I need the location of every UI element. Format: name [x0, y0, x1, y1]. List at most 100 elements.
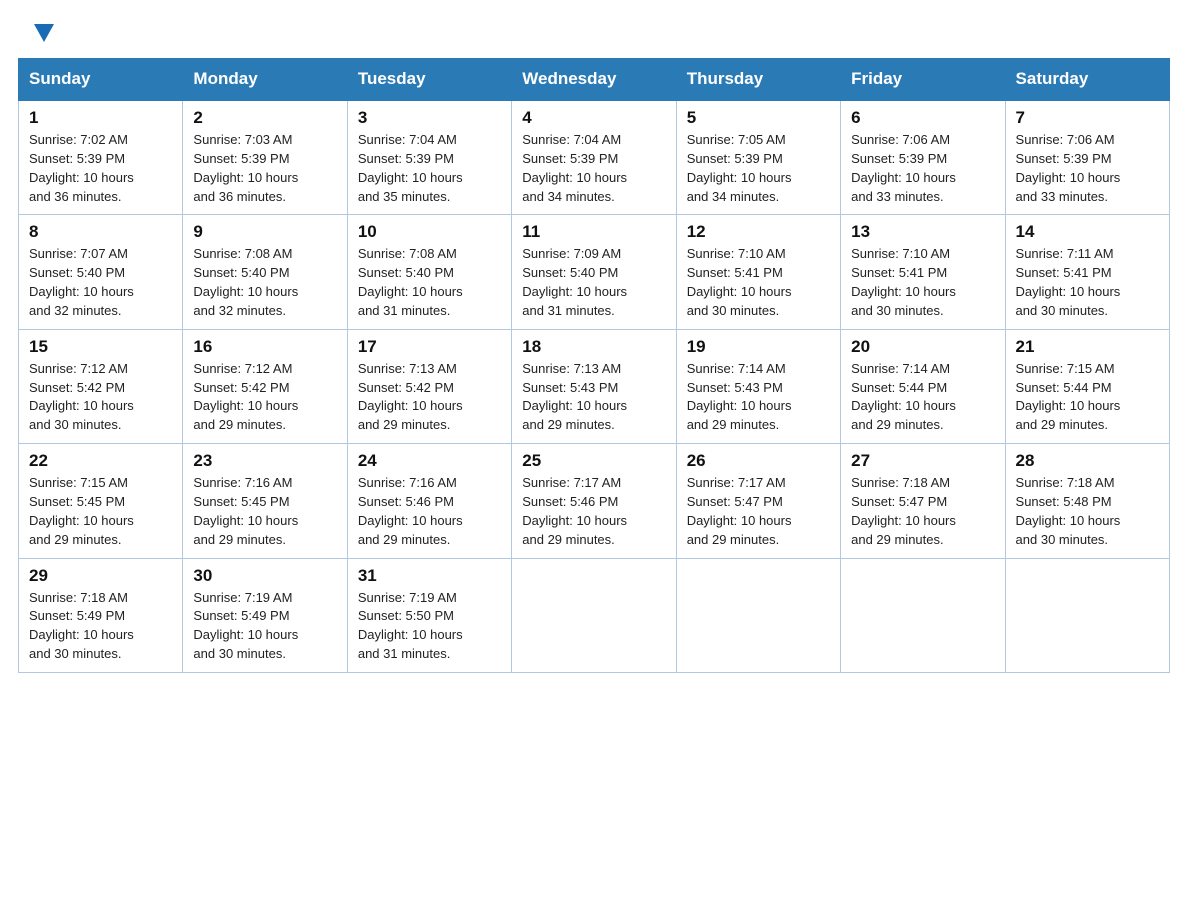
- calendar-cell: 10Sunrise: 7:08 AMSunset: 5:40 PMDayligh…: [347, 215, 511, 329]
- day-info: Sunrise: 7:05 AMSunset: 5:39 PMDaylight:…: [687, 131, 832, 206]
- day-number: 4: [522, 108, 667, 128]
- day-info: Sunrise: 7:16 AMSunset: 5:46 PMDaylight:…: [358, 474, 503, 549]
- calendar-week-row: 15 Sunrise: 7:12 AMSunset: 5:42 PMDayligh…: [19, 329, 1170, 443]
- day-info: Sunrise: 7:15 AMSunset: 5:44 PMDaylight:…: [1016, 360, 1161, 435]
- day-number: 3: [358, 108, 503, 128]
- calendar-cell: 9Sunrise: 7:08 AMSunset: 5:40 PMDaylight…: [183, 215, 347, 329]
- day-number: 18: [522, 337, 667, 357]
- calendar-week-row: 29 Sunrise: 7:18 AMSunset: 5:49 PMDayligh…: [19, 558, 1170, 672]
- day-info: Sunrise: 7:19 AMSunset: 5:50 PMDaylight:…: [358, 589, 503, 664]
- day-info: Sunrise: 7:17 AMSunset: 5:46 PMDaylight:…: [522, 474, 667, 549]
- calendar-cell: 11 Sunrise: 7:09 AMSunset: 5:40 PMDayligh…: [512, 215, 676, 329]
- calendar-cell: 19 Sunrise: 7:14 AMSunset: 5:43 PMDayligh…: [676, 329, 840, 443]
- calendar-cell: 15 Sunrise: 7:12 AMSunset: 5:42 PMDayligh…: [19, 329, 183, 443]
- calendar-cell: 20Sunrise: 7:14 AMSunset: 5:44 PMDayligh…: [841, 329, 1005, 443]
- calendar-cell: 25 Sunrise: 7:17 AMSunset: 5:46 PMDayligh…: [512, 444, 676, 558]
- calendar-cell: 28 Sunrise: 7:18 AMSunset: 5:48 PMDayligh…: [1005, 444, 1169, 558]
- day-number: 12: [687, 222, 832, 242]
- calendar-cell: 18 Sunrise: 7:13 AMSunset: 5:43 PMDayligh…: [512, 329, 676, 443]
- day-info: Sunrise: 7:18 AMSunset: 5:49 PMDaylight:…: [29, 589, 174, 664]
- day-info: Sunrise: 7:07 AMSunset: 5:40 PMDaylight:…: [29, 245, 174, 320]
- day-info: Sunrise: 7:04 AMSunset: 5:39 PMDaylight:…: [358, 131, 503, 206]
- day-number: 27: [851, 451, 996, 471]
- day-info: Sunrise: 7:02 AMSunset: 5:39 PMDaylight:…: [29, 131, 174, 206]
- calendar-cell: 5Sunrise: 7:05 AMSunset: 5:39 PMDaylight…: [676, 100, 840, 215]
- day-info: Sunrise: 7:06 AMSunset: 5:39 PMDaylight:…: [1016, 131, 1161, 206]
- day-number: 25: [522, 451, 667, 471]
- day-info: Sunrise: 7:12 AMSunset: 5:42 PMDaylight:…: [193, 360, 338, 435]
- day-number: 22: [29, 451, 174, 471]
- calendar-week-row: 8 Sunrise: 7:07 AMSunset: 5:40 PMDaylight…: [19, 215, 1170, 329]
- day-number: 26: [687, 451, 832, 471]
- day-number: 6: [851, 108, 996, 128]
- calendar-cell: 12 Sunrise: 7:10 AMSunset: 5:41 PMDayligh…: [676, 215, 840, 329]
- calendar-cell: 16 Sunrise: 7:12 AMSunset: 5:42 PMDayligh…: [183, 329, 347, 443]
- day-number: 28: [1016, 451, 1161, 471]
- weekday-header-tuesday: Tuesday: [347, 59, 511, 101]
- day-info: Sunrise: 7:13 AMSunset: 5:43 PMDaylight:…: [522, 360, 667, 435]
- calendar-cell: 31 Sunrise: 7:19 AMSunset: 5:50 PMDayligh…: [347, 558, 511, 672]
- calendar-cell: 14 Sunrise: 7:11 AMSunset: 5:41 PMDayligh…: [1005, 215, 1169, 329]
- calendar-cell: 23Sunrise: 7:16 AMSunset: 5:45 PMDayligh…: [183, 444, 347, 558]
- day-number: 1: [29, 108, 174, 128]
- calendar-cell: 26Sunrise: 7:17 AMSunset: 5:47 PMDayligh…: [676, 444, 840, 558]
- weekday-header-saturday: Saturday: [1005, 59, 1169, 101]
- day-info: Sunrise: 7:06 AMSunset: 5:39 PMDaylight:…: [851, 131, 996, 206]
- calendar-cell: 22 Sunrise: 7:15 AMSunset: 5:45 PMDayligh…: [19, 444, 183, 558]
- calendar-cell: 21 Sunrise: 7:15 AMSunset: 5:44 PMDayligh…: [1005, 329, 1169, 443]
- weekday-header-sunday: Sunday: [19, 59, 183, 101]
- day-info: Sunrise: 7:04 AMSunset: 5:39 PMDaylight:…: [522, 131, 667, 206]
- day-number: 11: [522, 222, 667, 242]
- day-number: 7: [1016, 108, 1161, 128]
- day-info: Sunrise: 7:14 AMSunset: 5:43 PMDaylight:…: [687, 360, 832, 435]
- page-header: [0, 0, 1188, 58]
- day-number: 31: [358, 566, 503, 586]
- day-number: 24: [358, 451, 503, 471]
- day-info: Sunrise: 7:15 AMSunset: 5:45 PMDaylight:…: [29, 474, 174, 549]
- calendar-week-row: 1 Sunrise: 7:02 AMSunset: 5:39 PMDaylight…: [19, 100, 1170, 215]
- weekday-header-friday: Friday: [841, 59, 1005, 101]
- day-info: Sunrise: 7:10 AMSunset: 5:41 PMDaylight:…: [687, 245, 832, 320]
- calendar-cell: 7 Sunrise: 7:06 AMSunset: 5:39 PMDaylight…: [1005, 100, 1169, 215]
- calendar-cell: 3 Sunrise: 7:04 AMSunset: 5:39 PMDaylight…: [347, 100, 511, 215]
- day-number: 29: [29, 566, 174, 586]
- calendar-week-row: 22 Sunrise: 7:15 AMSunset: 5:45 PMDayligh…: [19, 444, 1170, 558]
- day-number: 14: [1016, 222, 1161, 242]
- day-number: 20: [851, 337, 996, 357]
- day-info: Sunrise: 7:12 AMSunset: 5:42 PMDaylight:…: [29, 360, 174, 435]
- day-number: 30: [193, 566, 338, 586]
- logo: [32, 24, 56, 42]
- calendar-cell: 17Sunrise: 7:13 AMSunset: 5:42 PMDayligh…: [347, 329, 511, 443]
- day-number: 21: [1016, 337, 1161, 357]
- logo-text: [32, 24, 56, 42]
- calendar-cell: [1005, 558, 1169, 672]
- calendar-cell: [512, 558, 676, 672]
- day-info: Sunrise: 7:18 AMSunset: 5:48 PMDaylight:…: [1016, 474, 1161, 549]
- calendar-cell: 29 Sunrise: 7:18 AMSunset: 5:49 PMDayligh…: [19, 558, 183, 672]
- day-info: Sunrise: 7:16 AMSunset: 5:45 PMDaylight:…: [193, 474, 338, 549]
- day-number: 10: [358, 222, 503, 242]
- day-info: Sunrise: 7:11 AMSunset: 5:41 PMDaylight:…: [1016, 245, 1161, 320]
- calendar-wrapper: SundayMondayTuesdayWednesdayThursdayFrid…: [0, 58, 1188, 691]
- logo-triangle-icon: [34, 24, 54, 42]
- day-number: 8: [29, 222, 174, 242]
- calendar-cell: 30 Sunrise: 7:19 AMSunset: 5:49 PMDayligh…: [183, 558, 347, 672]
- day-info: Sunrise: 7:03 AMSunset: 5:39 PMDaylight:…: [193, 131, 338, 206]
- day-number: 2: [193, 108, 338, 128]
- day-info: Sunrise: 7:09 AMSunset: 5:40 PMDaylight:…: [522, 245, 667, 320]
- weekday-header-wednesday: Wednesday: [512, 59, 676, 101]
- day-number: 15: [29, 337, 174, 357]
- calendar-cell: 1 Sunrise: 7:02 AMSunset: 5:39 PMDaylight…: [19, 100, 183, 215]
- day-number: 16: [193, 337, 338, 357]
- calendar-cell: [841, 558, 1005, 672]
- day-info: Sunrise: 7:19 AMSunset: 5:49 PMDaylight:…: [193, 589, 338, 664]
- day-number: 13: [851, 222, 996, 242]
- day-info: Sunrise: 7:18 AMSunset: 5:47 PMDaylight:…: [851, 474, 996, 549]
- calendar-cell: 8 Sunrise: 7:07 AMSunset: 5:40 PMDaylight…: [19, 215, 183, 329]
- day-info: Sunrise: 7:08 AMSunset: 5:40 PMDaylight:…: [193, 245, 338, 320]
- day-info: Sunrise: 7:13 AMSunset: 5:42 PMDaylight:…: [358, 360, 503, 435]
- calendar-cell: 6 Sunrise: 7:06 AMSunset: 5:39 PMDaylight…: [841, 100, 1005, 215]
- calendar-cell: 2 Sunrise: 7:03 AMSunset: 5:39 PMDaylight…: [183, 100, 347, 215]
- day-number: 19: [687, 337, 832, 357]
- weekday-header-thursday: Thursday: [676, 59, 840, 101]
